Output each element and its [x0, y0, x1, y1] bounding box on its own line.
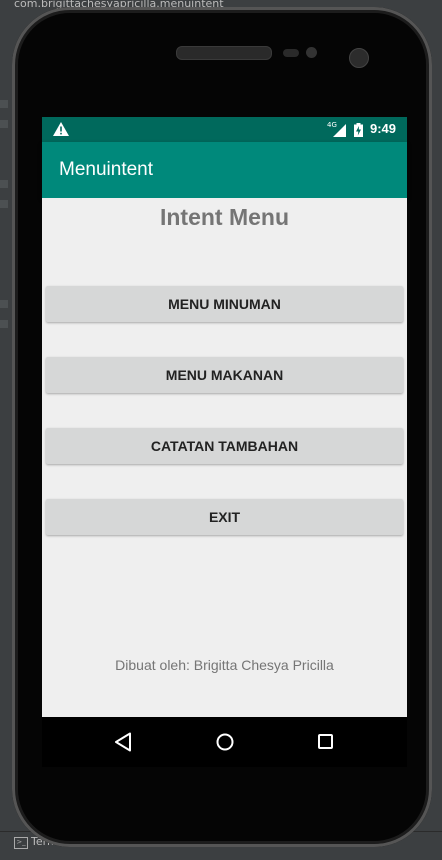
ide-marker	[0, 320, 8, 328]
status-clock: 9:49	[370, 121, 397, 136]
front-camera	[349, 48, 369, 68]
app-title: Menuintent	[59, 159, 154, 180]
ide-marker	[0, 180, 8, 188]
warning-icon	[53, 122, 69, 136]
earpiece-speaker	[176, 46, 272, 60]
ide-marker	[0, 200, 8, 208]
author-credit: Dibuat oleh: Brigitta Chesya Pricilla	[115, 657, 334, 673]
ide-marker	[0, 300, 8, 308]
back-icon[interactable]	[114, 732, 132, 752]
status-bar: 4G 9:49	[42, 117, 407, 142]
battery-charging-icon	[354, 123, 363, 137]
ide-marker	[0, 100, 8, 108]
navigation-bar	[42, 717, 407, 767]
catatan-tambahan-button[interactable]: CATATAN TAMBAHAN	[46, 428, 403, 464]
app-bar: Menuintent	[42, 142, 407, 198]
menu-minuman-button[interactable]: MENU MINUMAN	[46, 286, 403, 322]
recent-apps-icon[interactable]	[318, 734, 333, 749]
proximity-sensor	[283, 49, 299, 57]
terminal-icon: >_	[14, 837, 28, 849]
ide-marker	[0, 120, 8, 128]
home-icon[interactable]	[216, 733, 234, 751]
main-content: Intent Menu MENU MINUMAN MENU MAKANAN CA…	[42, 198, 407, 717]
menu-makanan-button[interactable]: MENU MAKANAN	[46, 357, 403, 393]
light-sensor	[306, 47, 317, 58]
exit-button[interactable]: EXIT	[46, 499, 403, 535]
page-title: Intent Menu	[159, 204, 290, 230]
device-screen: 4G 9:49 Menuintent Intent Menu MENU MINU…	[42, 117, 407, 767]
signal-icon	[333, 124, 346, 137]
